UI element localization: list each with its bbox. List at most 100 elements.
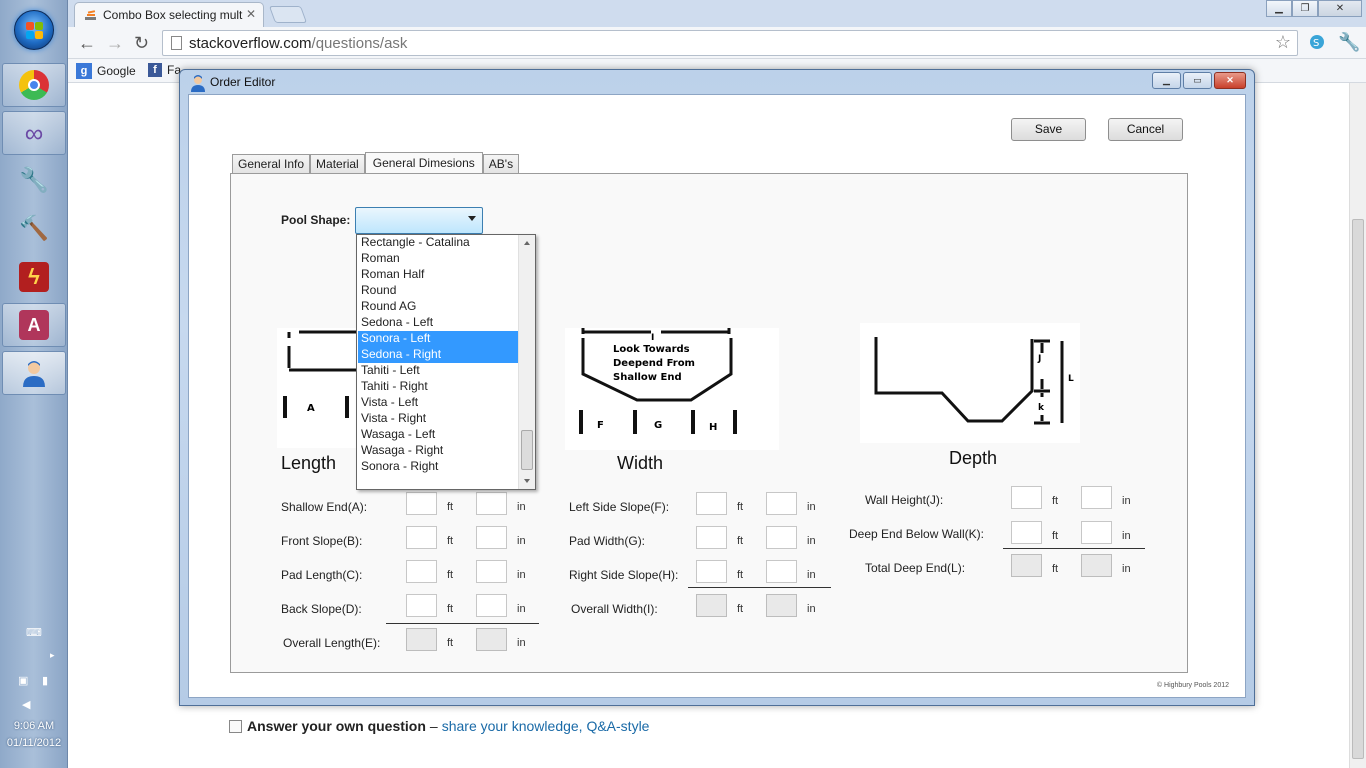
clock-time[interactable]: 9:06 AM [0, 720, 68, 732]
pad-width-ft-input[interactable] [696, 526, 727, 549]
deep-end-ft-input[interactable] [1011, 521, 1042, 544]
tray-expand-icon[interactable]: ▸ [50, 650, 55, 661]
dialog-close-button[interactable]: ✕ [1214, 72, 1246, 89]
browser-tab[interactable]: Combo Box selecting mult ✕ [74, 2, 264, 27]
diagram-label-a: A [307, 403, 315, 414]
clock-date[interactable]: 01/11/2012 [0, 737, 68, 749]
signal-icon[interactable]: ▮ [42, 674, 48, 687]
taskbar-hammer[interactable]: 🔨 [2, 207, 66, 251]
left-side-slope-in-input[interactable] [766, 492, 797, 515]
user-icon [190, 74, 206, 92]
pool-shape-option[interactable]: Vista - Right [358, 411, 518, 427]
diagram-label-j: J [1037, 354, 1041, 364]
tab-general-dimensions[interactable]: General Dimesions [364, 152, 483, 174]
overall-length-in-output [476, 628, 507, 651]
back-slope-in-input[interactable] [476, 594, 507, 617]
taskbar-visual-studio[interactable]: ∞ [2, 111, 66, 155]
windows-taskbar: ∞ 🔧 🔨 ϟ A ⌨ ▸ ▣ ▮ ◀ 9:06 AM 01/11/2012 [0, 0, 68, 768]
volume-icon[interactable]: ◀ [22, 698, 30, 711]
wall-height-ft-input[interactable] [1011, 486, 1042, 509]
taskbar-access[interactable]: A [2, 303, 66, 347]
pool-shape-option[interactable]: Round [358, 283, 518, 299]
taskbar-tools[interactable]: 🔧 [2, 159, 66, 203]
dropdown-scroll-thumb[interactable] [521, 430, 533, 470]
unit-in: in [517, 603, 526, 615]
pad-length-in-input[interactable] [476, 560, 507, 583]
pool-shape-option[interactable]: Tahiti - Right [358, 379, 518, 395]
pool-shape-option[interactable]: Sedona - Left [358, 315, 518, 331]
taskbar-chrome[interactable] [2, 63, 66, 107]
pool-shape-option[interactable]: Sonora - Right [358, 459, 518, 475]
right-side-slope-ft-input[interactable] [696, 560, 727, 583]
page-scrollbar[interactable] [1349, 83, 1366, 768]
windows-flag-icon [26, 22, 44, 40]
tab-title: Combo Box selecting mult [103, 8, 243, 22]
pad-width-in-input[interactable] [766, 526, 797, 549]
shallow-end-label: Shallow End(A): [281, 500, 368, 514]
extension-icon[interactable]: S [1308, 33, 1326, 51]
taskbar-filezilla[interactable]: ϟ [2, 255, 66, 299]
share-knowledge-link[interactable]: share your knowledge, Q&A-style [442, 718, 650, 734]
pool-shape-option[interactable]: Wasaga - Left [358, 427, 518, 443]
bookmark-facebook[interactable]: f Fa [148, 63, 181, 77]
left-side-slope-ft-input[interactable] [696, 492, 727, 515]
shallow-end-ft-input[interactable] [406, 492, 437, 515]
deep-end-in-input[interactable] [1081, 521, 1112, 544]
width-note-line-2: Deepend From [613, 358, 695, 369]
pool-shape-combo[interactable] [355, 207, 483, 234]
close-tab-icon[interactable]: ✕ [246, 7, 256, 21]
page-scrollbar-thumb[interactable] [1352, 219, 1364, 759]
pool-shape-option-selected[interactable]: Sedona - Right [358, 347, 518, 363]
pool-shape-option[interactable]: Roman Half [358, 267, 518, 283]
unit-in: in [1122, 530, 1131, 542]
dialog-maximize-button[interactable]: ▭ [1183, 72, 1212, 89]
keyboard-icon[interactable]: ⌨ [26, 626, 42, 639]
pool-shape-option[interactable]: Round AG [358, 299, 518, 315]
scroll-down-icon[interactable] [524, 479, 530, 483]
back-arrow-icon[interactable]: ← [78, 33, 96, 54]
reload-icon[interactable]: ↻ [134, 33, 149, 54]
pool-shape-option[interactable]: Rectangle - Catalina [358, 235, 518, 251]
bookmark-star-icon[interactable]: ☆ [1275, 32, 1291, 53]
answer-own-question: Answer your own question – share your kn… [229, 718, 649, 734]
unit-ft: ft [737, 535, 744, 547]
left-side-slope-label: Left Side Slope(F): [569, 500, 670, 514]
wrench-menu-icon[interactable]: 🔧 [1338, 33, 1360, 51]
dropdown-scrollbar[interactable] [518, 235, 535, 489]
new-tab-button[interactable] [268, 6, 308, 23]
pool-shape-option[interactable]: Wasaga - Right [358, 443, 518, 459]
pool-shape-option[interactable]: Tahiti - Left [358, 363, 518, 379]
unit-ft: ft [447, 535, 454, 547]
wall-height-in-input[interactable] [1081, 486, 1112, 509]
user-app-icon [19, 358, 49, 388]
right-side-slope-in-input[interactable] [766, 560, 797, 583]
scroll-up-icon[interactable] [524, 241, 530, 245]
restore-button[interactable]: ❐ [1292, 0, 1318, 17]
tab-strip: Combo Box selecting mult ✕ ▁ ❐ ✕ [68, 0, 1366, 27]
pad-length-ft-input[interactable] [406, 560, 437, 583]
save-button[interactable]: Save [1011, 118, 1086, 141]
taskbar-order-editor[interactable] [2, 351, 66, 395]
back-slope-ft-input[interactable] [406, 594, 437, 617]
bookmark-google[interactable]: g Google [76, 63, 136, 79]
front-slope-ft-input[interactable] [406, 526, 437, 549]
pool-shape-option[interactable]: Vista - Left [358, 395, 518, 411]
front-slope-in-input[interactable] [476, 526, 507, 549]
right-side-slope-label: Right Side Slope(H): [569, 568, 679, 582]
minimize-button[interactable]: ▁ [1266, 0, 1292, 17]
dialog-minimize-button[interactable]: ▁ [1152, 72, 1181, 89]
answer-own-checkbox[interactable] [229, 719, 242, 733]
cancel-button[interactable]: Cancel [1108, 118, 1183, 141]
unit-ft: ft [447, 603, 454, 615]
pool-shape-option-selected[interactable]: Sonora - Left [358, 331, 518, 347]
address-bar[interactable]: stackoverflow.com/questions/ask ☆ [162, 30, 1298, 56]
close-window-button[interactable]: ✕ [1318, 0, 1362, 17]
tab-material[interactable]: Material [310, 154, 365, 174]
tab-general-info[interactable]: General Info [232, 154, 311, 174]
tab-abs[interactable]: AB's [482, 154, 520, 174]
start-button[interactable] [14, 10, 54, 50]
forward-arrow-icon[interactable]: → [106, 33, 124, 54]
network-device-icon[interactable]: ▣ [18, 674, 28, 687]
pool-shape-option[interactable]: Roman [358, 251, 518, 267]
shallow-end-in-input[interactable] [476, 492, 507, 515]
